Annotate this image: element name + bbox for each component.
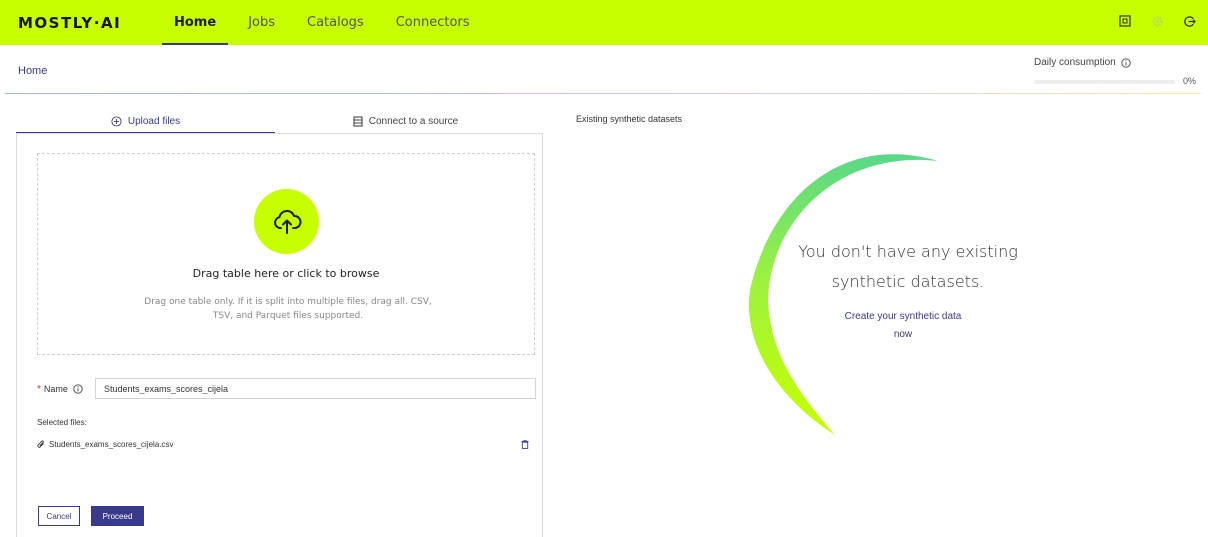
proceed-button[interactable]: Proceed: [91, 506, 144, 526]
daily-consumption: Daily consumption 0%: [1034, 57, 1196, 86]
database-icon: [353, 116, 363, 127]
create-link-line2: now: [893, 329, 913, 340]
upload-button[interactable]: [254, 189, 319, 254]
name-label: Name: [43, 384, 68, 394]
tab-upload-files[interactable]: Upload files: [16, 111, 275, 134]
name-field-label-row: * Name: [37, 379, 83, 399]
info-icon[interactable]: [73, 384, 83, 394]
docs-icon[interactable]: [1116, 12, 1134, 30]
breadcrumb-home[interactable]: Home: [18, 65, 47, 77]
file-name: Students_exams_scores_cijela.csv: [49, 439, 174, 449]
logout-icon[interactable]: [1180, 12, 1198, 30]
cloud-upload-icon: [273, 209, 301, 234]
consumption-label: Daily consumption: [1034, 57, 1116, 68]
existing-datasets-title: Existing synthetic datasets: [576, 114, 683, 124]
source-tabs: Upload files Connect to a source: [16, 111, 536, 134]
empty-state-message: You don't have any existing synthetic da…: [780, 237, 1036, 297]
plus-circle-icon: [111, 116, 122, 127]
selected-files-label: Selected files:: [37, 418, 87, 427]
mostly-ai-logo[interactable]: MOSTLY·AI: [18, 14, 121, 32]
name-input[interactable]: [95, 378, 536, 399]
nav-catalogs[interactable]: Catalogs: [291, 0, 380, 45]
top-nav-bar: MOSTLY·AI Home Jobs Catalogs Connectors: [0, 0, 1208, 45]
info-icon[interactable]: [1121, 57, 1131, 68]
tab-connect-label: Connect to a source: [368, 116, 459, 127]
create-synthetic-data-link[interactable]: Create your synthetic data now: [820, 308, 986, 344]
dropzone-hint: Drag one table only. If it is split into…: [144, 297, 432, 321]
create-link-line1: Create your synthetic data: [844, 311, 962, 322]
nav-connectors[interactable]: Connectors: [380, 0, 486, 45]
upload-panel: Drag table here or click to browse Drag …: [16, 133, 543, 537]
nav-home[interactable]: Home: [158, 0, 232, 45]
delete-file-icon[interactable]: [519, 437, 531, 451]
cancel-button[interactable]: Cancel: [38, 506, 80, 526]
nav-jobs[interactable]: Jobs: [232, 0, 291, 45]
paperclip-icon: [37, 439, 44, 448]
consumption-progress-bar: [1034, 80, 1175, 84]
tab-upload-label: Upload files: [127, 116, 181, 127]
main-nav: Home Jobs Catalogs Connectors: [158, 0, 486, 45]
settings-gear-icon[interactable]: [1148, 12, 1166, 30]
empty-state-line1: You don't have any existing: [798, 242, 1018, 261]
header-divider: [5, 93, 1201, 94]
required-marker: *: [37, 383, 41, 395]
dropzone-title: Drag table here or click to browse: [192, 267, 380, 280]
tab-connect-source[interactable]: Connect to a source: [275, 111, 536, 132]
file-dropzone[interactable]: Drag table here or click to browse Drag …: [37, 153, 535, 355]
top-icons: [1116, 12, 1198, 30]
consumption-percent: 0%: [1183, 76, 1197, 86]
selected-file-item: Students_exams_scores_cijela.csv: [37, 437, 531, 451]
empty-state-line2: synthetic datasets.: [831, 272, 985, 291]
